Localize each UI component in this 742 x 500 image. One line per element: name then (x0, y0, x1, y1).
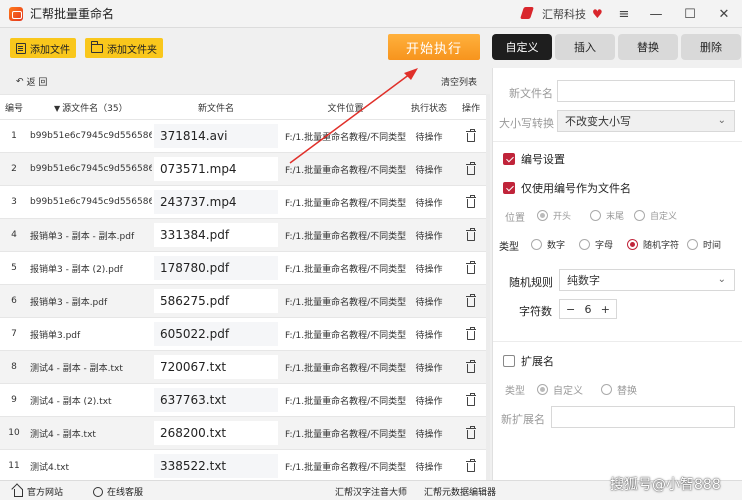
position-end-radio[interactable]: 末尾 (590, 209, 624, 222)
radio-icon (687, 239, 698, 250)
chevron-down-icon: ⌄ (717, 274, 726, 285)
position-custom-radio[interactable]: 自定义 (634, 209, 677, 222)
position-start-label: 开头 (553, 212, 572, 222)
numbering-checkbox[interactable]: 编号设置 (503, 151, 565, 167)
type-random-label: 随机字符 (643, 241, 680, 251)
char-count-label: 字符数 (519, 305, 552, 318)
char-count-value: 6 (584, 302, 592, 316)
random-rule-value: 纯数字 (567, 274, 600, 287)
support-label: 在线客服 (107, 488, 144, 498)
chevron-down-icon: ⌄ (717, 115, 726, 126)
position-custom-label: 自定义 (650, 212, 678, 222)
arrow-line (289, 73, 411, 164)
footer-link-pinyin[interactable]: 汇帮汉字注音大师 (335, 485, 407, 498)
new-filename-label: 新文件名 (509, 87, 553, 100)
home-icon (14, 488, 23, 497)
mode-tabs: 自定义 插入 替换 删除 (492, 34, 742, 60)
new-extension-label: 新扩展名 (501, 413, 545, 426)
random-rule-select[interactable]: 纯数字 ⌄ (559, 269, 735, 291)
tab-custom[interactable]: 自定义 (492, 34, 552, 60)
checkbox-icon (503, 355, 515, 367)
type-letter-radio[interactable]: 字母 (579, 238, 613, 251)
extension-checkbox[interactable]: 扩展名 (503, 353, 554, 369)
new-extension-input[interactable] (551, 406, 735, 428)
radio-icon (601, 384, 612, 395)
ext-replace-label: 替换 (617, 386, 637, 397)
arrow-head (404, 68, 418, 80)
radio-selected-icon (627, 239, 638, 250)
case-select[interactable]: 不改变大小写 ⌄ (557, 110, 735, 132)
position-label: 位置 (505, 213, 525, 224)
radio-icon (590, 210, 601, 221)
website-label: 官方网站 (27, 488, 64, 498)
type-time-label: 时间 (703, 241, 722, 251)
radio-selected-icon (537, 384, 548, 395)
random-rule-label: 随机规则 (509, 276, 553, 289)
settings-panel: 新文件名 大小写转换 不改变大小写 ⌄ 编号设置 仅使用编号作为文件名 位置 开… (492, 68, 742, 480)
char-count-stepper[interactable]: − 6 + (559, 299, 617, 319)
position-start-radio[interactable]: 开头 (537, 209, 571, 222)
divider (493, 341, 742, 342)
checkbox-checked-icon (503, 182, 515, 194)
ext-custom-label: 自定义 (553, 386, 583, 397)
tab-replace[interactable]: 替换 (618, 34, 678, 60)
support-link[interactable]: 在线客服 (93, 485, 143, 498)
divider (493, 141, 742, 142)
type-time-radio[interactable]: 时间 (687, 238, 721, 251)
extension-label: 扩展名 (521, 355, 554, 368)
website-link[interactable]: 官方网站 (14, 485, 63, 498)
ext-custom-radio[interactable]: 自定义 (537, 382, 583, 397)
type-random-radio[interactable]: 随机字符 (627, 238, 679, 251)
type-letter-label: 字母 (595, 241, 614, 251)
headset-icon (93, 486, 103, 497)
numbering-label: 编号设置 (521, 153, 565, 166)
increment-button[interactable]: + (601, 303, 610, 316)
footer-link-metadata[interactable]: 汇帮元数据编辑器 (424, 485, 496, 498)
watermark: 搜狐号@小智888 (610, 477, 721, 493)
ext-replace-radio[interactable]: 替换 (601, 382, 637, 397)
only-numbering-checkbox[interactable]: 仅使用编号作为文件名 (503, 180, 631, 196)
radio-icon (531, 239, 542, 250)
radio-selected-icon (537, 210, 548, 221)
new-filename-input[interactable] (557, 80, 735, 102)
radio-icon (634, 210, 645, 221)
ext-type-label: 类型 (505, 386, 525, 397)
tab-insert[interactable]: 插入 (555, 34, 615, 60)
radio-icon (579, 239, 590, 250)
case-label: 大小写转换 (499, 117, 554, 130)
type-number-radio[interactable]: 数字 (531, 238, 565, 251)
position-end-label: 末尾 (606, 212, 625, 222)
case-value: 不改变大小写 (565, 115, 631, 128)
type-number-label: 数字 (547, 241, 566, 251)
tab-delete[interactable]: 删除 (681, 34, 741, 60)
type-label: 类型 (499, 242, 519, 253)
checkbox-checked-icon (503, 153, 515, 165)
decrement-button[interactable]: − (566, 303, 575, 316)
only-numbering-label: 仅使用编号作为文件名 (521, 182, 631, 195)
